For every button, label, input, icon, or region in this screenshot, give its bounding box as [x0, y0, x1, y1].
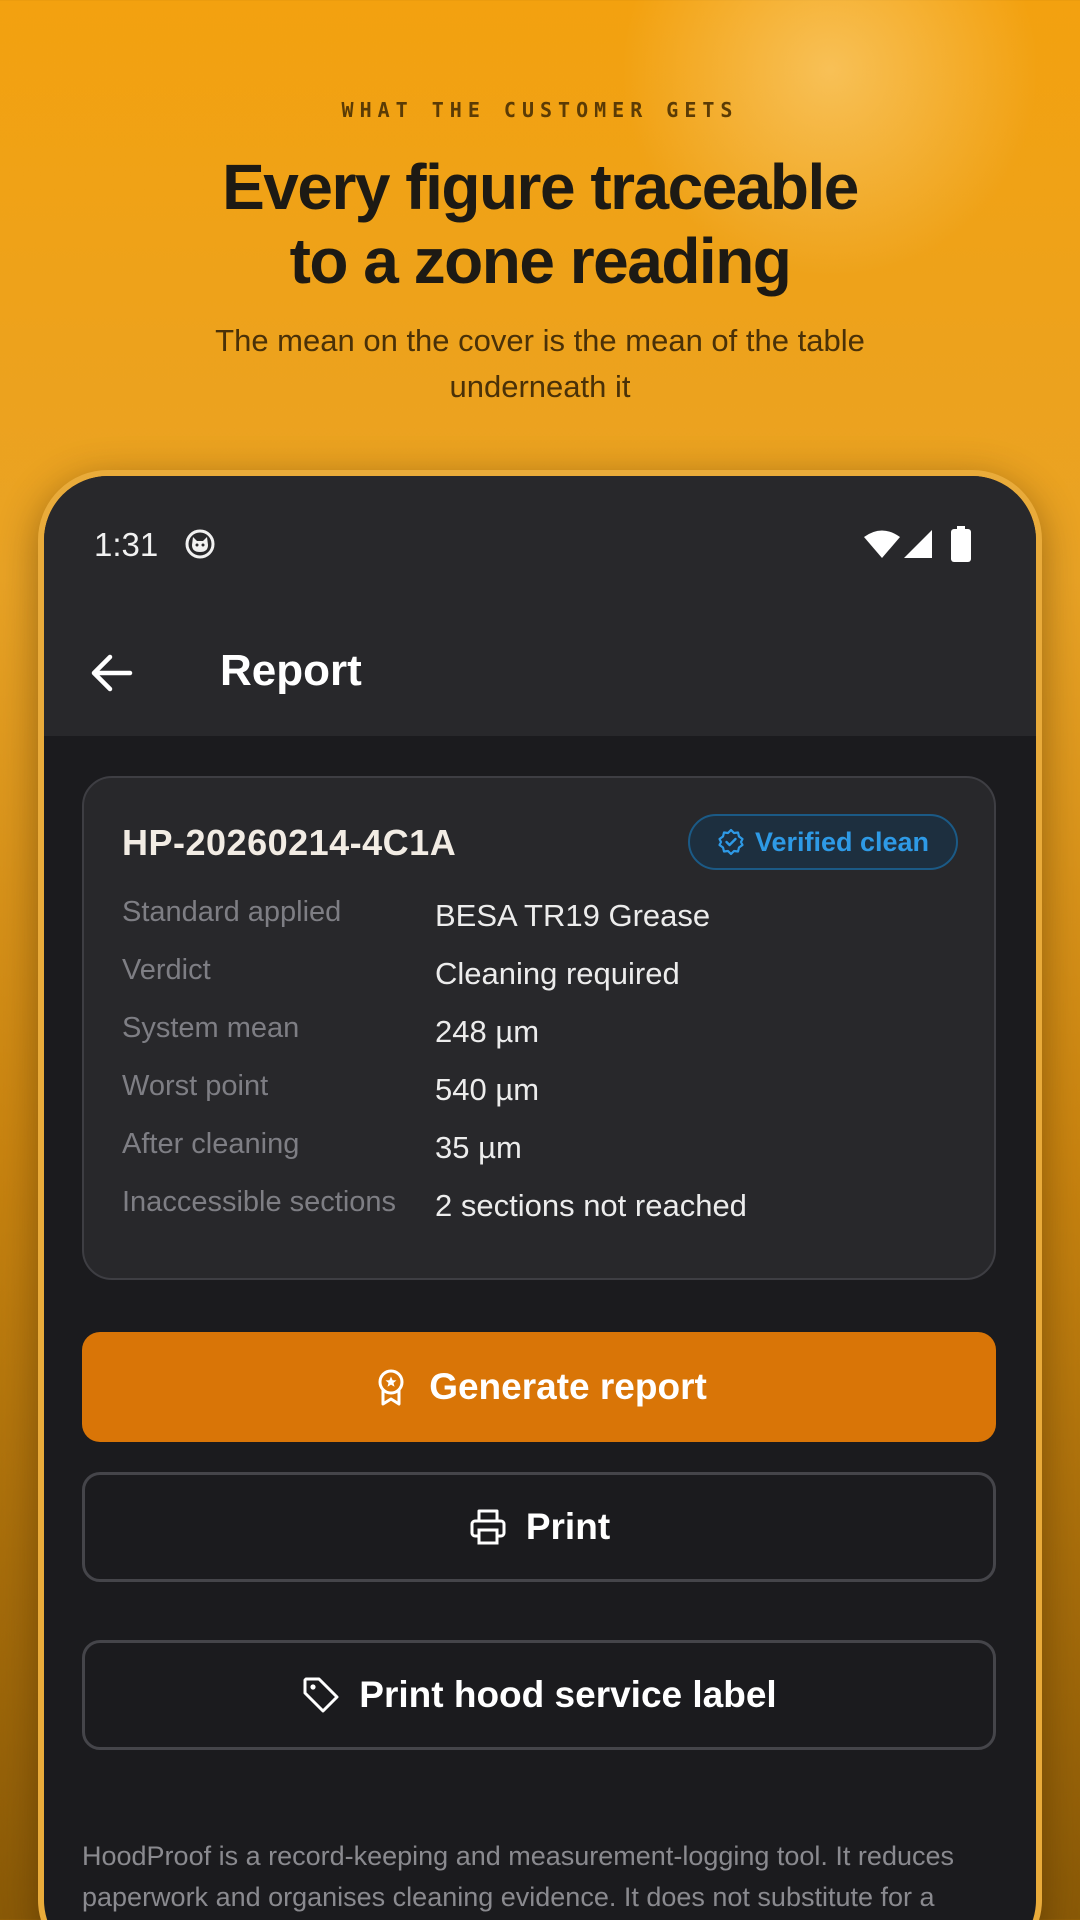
detail-row-standard: Standard applied BESA TR19 Grease — [122, 896, 962, 954]
generate-report-button[interactable]: Generate report — [82, 1332, 996, 1442]
status-bar: 1:31 — [44, 476, 1036, 606]
award-icon — [378, 1369, 404, 1406]
badge-label: Verified clean — [754, 826, 930, 857]
detail-value: 35 µm — [435, 1130, 522, 1165]
detail-value: 2 sections not reached — [435, 1188, 747, 1223]
print-label: Print — [525, 1506, 611, 1547]
detail-value: 540 µm — [435, 1072, 540, 1107]
signal-icon — [904, 530, 932, 558]
headline-line-2: to a zone reading — [289, 225, 792, 297]
detail-label: After cleaning — [122, 1128, 300, 1160]
detail-row-after-cleaning: After cleaning 35 µm — [122, 1128, 962, 1186]
detail-row-worst-point: Worst point 540 µm — [122, 1070, 962, 1128]
generate-report-label: Generate report — [429, 1366, 707, 1407]
detail-row-verdict: Verdict Cleaning required — [122, 954, 962, 1012]
arrow-left-icon[interactable] — [88, 650, 134, 696]
report-summary-card: HP-20260214-4C1A Verified clean Standard… — [82, 776, 996, 1280]
marketing-headline: Every figure traceable to a zone reading — [0, 150, 1080, 298]
report-detail-list: Standard applied BESA TR19 Grease Verdic… — [122, 896, 962, 1244]
print-hood-service-label-button[interactable]: Print hood service label — [82, 1640, 996, 1750]
print-button[interactable]: Print — [82, 1472, 996, 1582]
detail-label: System mean — [122, 1012, 300, 1044]
detail-row-system-mean: System mean 248 µm — [122, 1012, 962, 1070]
status-badge: Verified clean — [688, 814, 958, 870]
detail-label: Standard applied — [122, 896, 342, 928]
tag-icon — [303, 1677, 339, 1713]
eyebrow-text: WHAT THE CUSTOMER GETS — [341, 98, 739, 122]
detail-row-inaccessible: Inaccessible sections 2 sections not rea… — [122, 1186, 962, 1244]
disclaimer-text: HoodProof is a record-keeping and measur… — [82, 1841, 954, 1912]
detail-label: Inaccessible sections — [122, 1186, 397, 1218]
headline-line-1: Every figure traceable — [222, 151, 859, 223]
verified-check-icon — [718, 828, 744, 856]
detail-label: Verdict — [122, 954, 211, 986]
detail-value: 248 µm — [435, 1014, 540, 1049]
status-clock: 1:31 — [94, 526, 159, 563]
app-bar: Report — [44, 606, 1036, 736]
cat-notification-icon — [185, 529, 215, 559]
page-title: Report — [220, 646, 362, 695]
report-id: HP-20260214-4C1A — [122, 822, 457, 863]
detail-value: BESA TR19 Grease — [435, 898, 711, 933]
battery-icon — [951, 526, 971, 562]
print-hood-service-label-text: Print hood service label — [359, 1674, 777, 1715]
printer-icon — [470, 1509, 506, 1545]
wifi-icon — [864, 530, 900, 558]
marketing-subhead: The mean on the cover is the mean of the… — [215, 323, 865, 404]
detail-label: Worst point — [122, 1070, 269, 1102]
detail-value: Cleaning required — [435, 956, 680, 991]
phone-frame: 1:31 Report HP-20260214-4C1A Verified cl… — [38, 470, 1042, 1920]
